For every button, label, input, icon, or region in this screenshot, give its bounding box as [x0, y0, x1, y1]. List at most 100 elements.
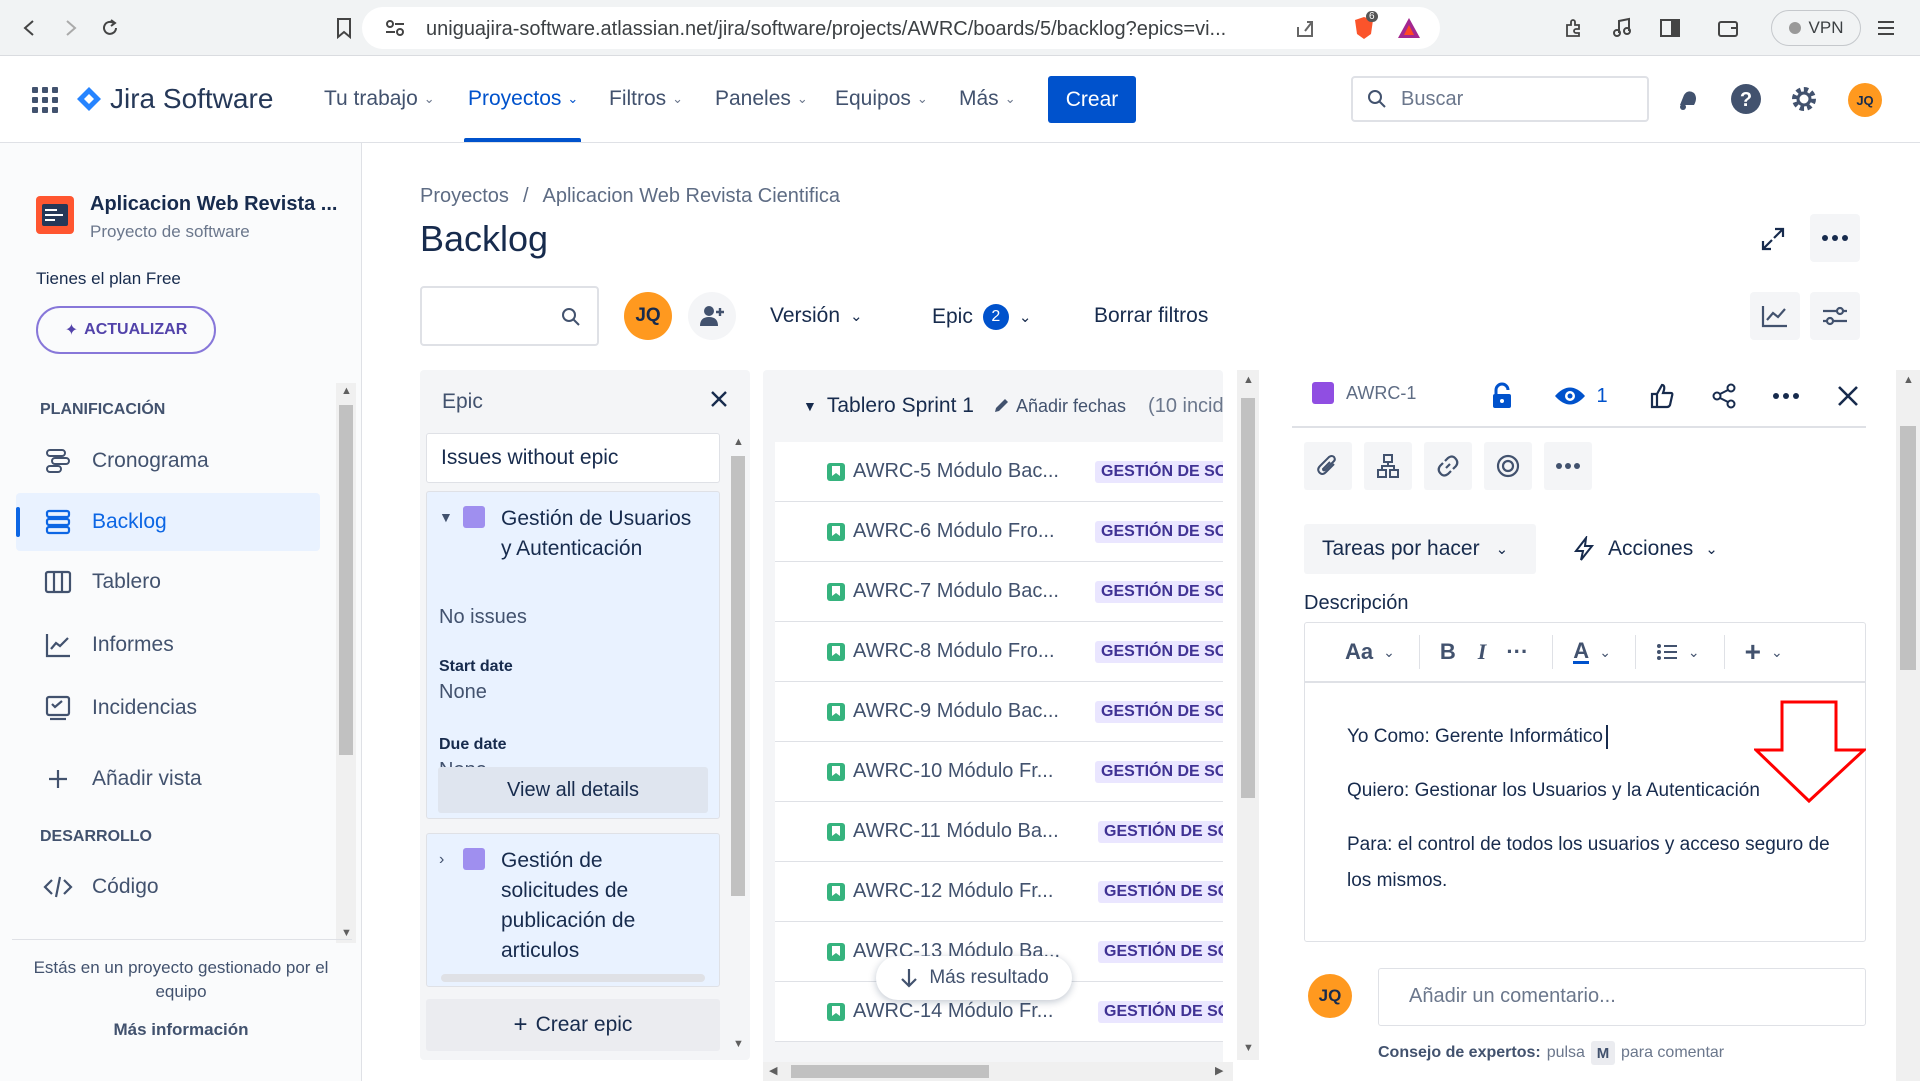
nav-paneles[interactable]: Paneles ⌄ — [715, 87, 808, 111]
watchers-button[interactable]: 1 — [1546, 376, 1616, 416]
text-style-dropdown[interactable]: Aa ⌄ — [1345, 635, 1420, 669]
bold-icon[interactable]: B — [1440, 639, 1456, 665]
add-people-icon[interactable] — [688, 292, 736, 340]
notifications-icon[interactable] — [1668, 79, 1708, 119]
issue-row[interactable]: AWRC-11 Módulo Ba... GESTIÓN DE SOLI — [775, 802, 1223, 862]
issue-row[interactable]: AWRC-9 Módulo Bac... GESTIÓN DE SOLI — [775, 682, 1223, 742]
sprint-vertical-scrollbar[interactable]: ▲ ▼ — [1237, 370, 1259, 1060]
learn-more-link[interactable]: Más información — [12, 1020, 350, 1040]
create-button[interactable]: Crear — [1048, 76, 1136, 123]
epic-lozenge[interactable]: GESTIÓN DE SOLI — [1098, 941, 1223, 963]
sprint-header[interactable]: ▼ Tablero Sprint 1 Añadir fechas (10 inc… — [803, 394, 1223, 418]
create-epic-button[interactable]: + Crear epic — [426, 999, 720, 1051]
brave-shield-icon[interactable]: 6 — [1352, 11, 1378, 41]
extensions-icon[interactable] — [1560, 14, 1588, 42]
nav-filtros[interactable]: Filtros ⌄ — [609, 87, 683, 111]
sprint-horizontal-scrollbar[interactable]: ◀ ▶ — [763, 1062, 1233, 1081]
link-issue-icon[interactable] — [1424, 442, 1472, 490]
sidebar-item-incidencias[interactable]: Incidencias — [16, 679, 320, 737]
bookmark-icon[interactable] — [330, 14, 358, 42]
share-icon[interactable] — [1294, 17, 1316, 39]
sidebar-item-backlog[interactable]: Backlog — [16, 493, 320, 551]
issue-summary[interactable]: AWRC-10 Módulo Fr... — [853, 760, 1065, 783]
child-issue-icon[interactable] — [1364, 442, 1412, 490]
issue-summary[interactable]: AWRC-12 Módulo Fr... — [853, 880, 1065, 903]
upgrade-button[interactable]: ✦ ACTUALIZAR — [36, 306, 216, 354]
nav-mas[interactable]: Más ⌄ — [959, 87, 1016, 111]
like-icon[interactable] — [1642, 376, 1682, 416]
issue-summary[interactable]: AWRC-5 Módulo Bac... — [853, 460, 1065, 483]
filter-avatar[interactable]: JQ — [624, 292, 672, 340]
brave-rewards-icon[interactable] — [1396, 16, 1422, 40]
view-all-details-button[interactable]: View all details — [438, 767, 708, 813]
issue-row[interactable]: AWRC-7 Módulo Bac... GESTIÓN DE SOLI — [775, 562, 1223, 622]
site-settings-icon[interactable] — [384, 18, 406, 38]
attachment-icon[interactable] — [1304, 442, 1352, 490]
issues-without-epic[interactable]: Issues without epic — [426, 433, 720, 483]
issue-summary[interactable]: AWRC-11 Módulo Ba... — [853, 820, 1065, 843]
address-bar[interactable]: uniguajira-software.atlassian.net/jira/s… — [362, 7, 1440, 49]
chevron-right-icon[interactable]: › — [439, 851, 444, 869]
sidebar-item-informes[interactable]: Informes — [16, 616, 320, 674]
user-avatar[interactable]: JQ — [1848, 83, 1882, 117]
issue-row[interactable]: AWRC-5 Módulo Bac... GESTIÓN DE SOLI — [775, 442, 1223, 502]
sidebar-toggle-icon[interactable] — [1656, 14, 1684, 42]
web-link-icon[interactable] — [1484, 442, 1532, 490]
project-name[interactable]: Aplicacion Web Revista ... — [90, 193, 337, 216]
epic-lozenge[interactable]: GESTIÓN DE SOLI — [1095, 641, 1223, 663]
nav-proyectos[interactable]: Proyectos ⌄ — [468, 87, 578, 111]
browser-menu-icon[interactable] — [1872, 14, 1900, 42]
chevron-down-icon[interactable]: ▼ — [439, 509, 453, 525]
help-icon[interactable]: ? — [1726, 79, 1766, 119]
issue-summary[interactable]: AWRC-9 Módulo Bac... — [853, 700, 1065, 723]
list-dropdown[interactable]: ⌄ — [1656, 635, 1725, 669]
add-comment-input[interactable]: Añadir un comentario... — [1378, 968, 1866, 1026]
issue-summary[interactable]: AWRC-7 Módulo Bac... — [853, 580, 1065, 603]
epic-lozenge[interactable]: GESTIÓN DE SOLI — [1095, 521, 1223, 543]
nav-tu-trabajo[interactable]: Tu trabajo ⌄ — [324, 87, 435, 111]
epic-lozenge[interactable]: GESTIÓN DE SOLI — [1095, 581, 1223, 603]
more-options-icon[interactable] — [1810, 214, 1860, 262]
more-results-button[interactable]: Más resultado — [876, 956, 1072, 1000]
epic-lozenge[interactable]: GESTIÓN DE SOLI — [1095, 701, 1223, 723]
breadcrumb-project[interactable]: Aplicacion Web Revista Cientifica — [543, 185, 841, 208]
vpn-button[interactable]: VPN — [1771, 10, 1861, 46]
close-icon[interactable] — [1828, 376, 1868, 416]
status-dropdown[interactable]: Tareas por hacer ⌄ — [1304, 524, 1536, 574]
issue-key-link[interactable]: AWRC-1 — [1312, 382, 1416, 404]
close-icon[interactable] — [708, 388, 730, 410]
issue-row[interactable]: AWRC-6 Módulo Fro... GESTIÓN DE SOLI — [775, 502, 1223, 562]
epic-lozenge[interactable]: GESTIÓN DE SOLI — [1098, 821, 1223, 843]
backlog-search-input[interactable] — [420, 286, 599, 346]
breadcrumb-projects[interactable]: Proyectos — [420, 185, 509, 208]
detail-scrollbar[interactable]: ▲ — [1896, 370, 1920, 1081]
issue-row[interactable]: AWRC-8 Módulo Fro... GESTIÓN DE SOLI — [775, 622, 1223, 682]
issue-summary[interactable]: AWRC-8 Módulo Fro... — [853, 640, 1065, 663]
issue-summary[interactable]: AWRC-14 Módulo Fr... — [853, 1000, 1065, 1023]
chevron-down-icon[interactable]: ▼ — [803, 398, 817, 414]
add-dates-button[interactable]: Añadir fechas — [992, 396, 1126, 417]
version-filter[interactable]: Versión ⌄ — [770, 304, 863, 328]
sidebar-item-codigo[interactable]: Código — [16, 858, 320, 916]
epic-lozenge[interactable]: GESTIÓN DE SOLI — [1098, 1001, 1223, 1023]
more-formatting-icon[interactable]: ··· — [1506, 639, 1528, 665]
epic-name[interactable]: Gestión de solicitudes de publicación de… — [501, 846, 701, 966]
reload-icon[interactable] — [96, 14, 124, 42]
back-icon[interactable] — [16, 14, 44, 42]
epic-filter[interactable]: Epic 2 ⌄ — [932, 304, 1031, 330]
epic-panel-scrollbar[interactable]: ▲ ▼ — [728, 434, 748, 1054]
url-text[interactable]: uniguajira-software.atlassian.net/jira/s… — [426, 18, 1226, 41]
jira-logo[interactable]: Jira Software — [76, 83, 273, 115]
sidebar-item-tablero[interactable]: Tablero — [16, 553, 320, 611]
forward-icon[interactable] — [56, 14, 84, 42]
global-search[interactable]: Buscar — [1351, 76, 1649, 122]
share-icon[interactable] — [1704, 376, 1744, 416]
epic-card[interactable]: › Gestión de solicitudes de publicación … — [426, 833, 720, 987]
italic-icon[interactable]: I — [1478, 639, 1487, 665]
sidebar-scrollbar[interactable]: ▲ ▼ — [336, 383, 356, 943]
insert-dropdown[interactable]: + ⌄ — [1745, 635, 1807, 669]
lock-icon[interactable] — [1482, 376, 1522, 416]
wallet-icon[interactable] — [1714, 14, 1742, 42]
fullscreen-icon[interactable] — [1752, 218, 1794, 260]
more-actions-icon[interactable] — [1766, 376, 1806, 416]
